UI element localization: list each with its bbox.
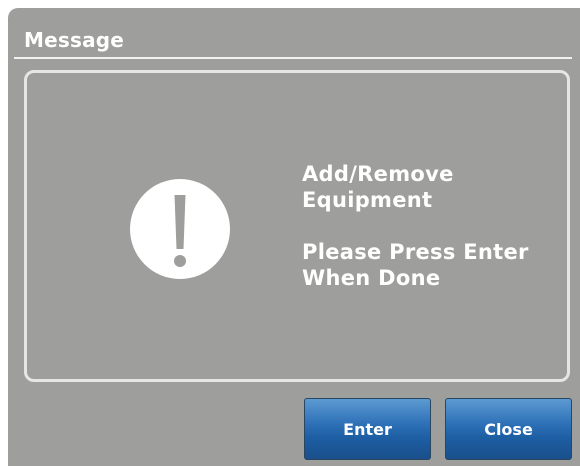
exclamation-icon [130, 179, 230, 279]
message-line-4: When Done [302, 266, 441, 290]
message-dialog: Message Add/Remove Equipment Please Pres… [8, 8, 580, 466]
dialog-title: Message [24, 28, 125, 52]
close-button[interactable]: Close [445, 398, 572, 460]
message-spacer [302, 213, 572, 239]
title-divider [14, 57, 572, 59]
message-line-2: Equipment [302, 188, 433, 212]
message-line-3: Please Press Enter [302, 240, 529, 264]
message-text: Add/Remove Equipment Please Press Enter … [302, 161, 572, 291]
message-line-1: Add/Remove [302, 162, 454, 186]
enter-button[interactable]: Enter [304, 398, 431, 460]
message-panel: Add/Remove Equipment Please Press Enter … [24, 70, 570, 382]
